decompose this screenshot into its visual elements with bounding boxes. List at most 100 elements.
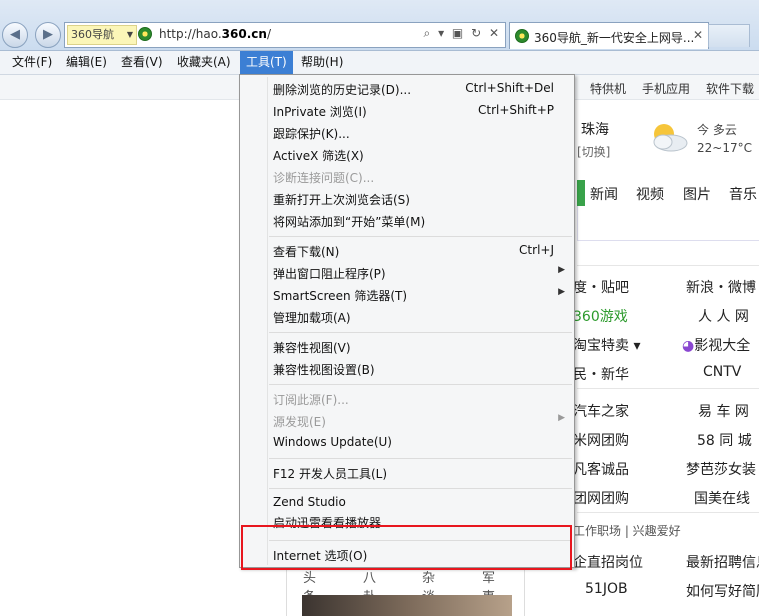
menu-item-compat-view[interactable]: 兼容性视图(V) (240, 336, 574, 358)
menu-item-label: Windows Update(U) (273, 435, 392, 449)
search-tab-images[interactable]: 图片 (683, 184, 711, 204)
top-link[interactable]: 手机应用 (642, 80, 690, 97)
browser-tab[interactable]: 360导航_新一代安全上网导... ✕ (509, 22, 709, 49)
menu-item-label: 诊断连接问题(C)... (273, 171, 375, 185)
divider (577, 388, 759, 389)
site-link[interactable]: 360游戏 (573, 306, 628, 326)
url-suffix: / (266, 27, 271, 41)
site-link[interactable]: 度・贴吧 (573, 277, 629, 297)
menu-separator (269, 236, 572, 237)
menu-item-dev-tools[interactable]: F12 开发人员工具(L) (240, 462, 574, 484)
menu-item-label: 删除浏览的历史记录(D)... (273, 83, 412, 97)
site-link[interactable]: 人 人 网 (698, 306, 749, 326)
menu-item-tracking-protection[interactable]: 跟踪保护(K)... (240, 122, 574, 144)
url-domain: 360.cn (221, 27, 267, 41)
city-switch-link[interactable]: [切换] (577, 143, 610, 160)
menu-item-inprivate[interactable]: InPrivate 浏览(I) Ctrl+Shift+P (240, 100, 574, 122)
address-bar[interactable]: 360导航 ▼ http://hao.360.cn/ ⌕ ▾ ▣ ↻ ✕ (64, 22, 506, 48)
site-link[interactable]: 国美在线 (694, 488, 750, 508)
site-link[interactable]: 凡客诚品 (573, 459, 629, 479)
top-link[interactable]: 特供机 (590, 80, 626, 97)
menu-item-compat-view-settings[interactable]: 兼容性视图设置(B) (240, 358, 574, 380)
menu-file[interactable]: 文件(F) (6, 51, 58, 74)
menu-separator (269, 488, 572, 489)
site-link-label: 影视大全 (694, 338, 751, 354)
menu-item-shortcut: Ctrl+Shift+P (478, 103, 554, 117)
back-button[interactable]: ◀ (2, 22, 28, 48)
menu-item-manage-addons[interactable]: 管理加载项(A) (240, 306, 574, 328)
menu-item-shortcut: Ctrl+J (519, 243, 554, 257)
tab-title: 360导航_新一代安全上网导... (534, 31, 695, 45)
divider (577, 512, 759, 513)
job-link[interactable]: 51JOB (585, 581, 628, 597)
site-link[interactable]: 58 同 城 (697, 430, 752, 450)
menu-item-windows-update[interactable]: Windows Update(U) (240, 432, 574, 454)
menu-item-label: F12 开发人员工具(L) (273, 467, 388, 481)
new-tab-button[interactable] (708, 24, 750, 47)
site-link[interactable]: 梦芭莎女装 (686, 459, 756, 479)
chevron-down-icon: ▼ (126, 30, 133, 39)
forward-button[interactable]: ▶ (35, 22, 61, 48)
job-link[interactable]: 最新招聘信息 (686, 552, 759, 572)
submenu-arrow-icon: ▶ (558, 413, 565, 423)
menu-item-view-downloads[interactable]: 查看下载(N) Ctrl+J (240, 240, 574, 262)
menu-item-label: SmartScreen 筛选器(T) (273, 289, 408, 303)
search-input[interactable] (577, 206, 759, 241)
nav-badge-label: 360导航 (71, 28, 114, 41)
menu-item-label: 将网站添加到“开始”菜单(M) (273, 215, 426, 229)
menu-favorites[interactable]: 收藏夹(A) (171, 51, 237, 74)
weather-temp: 22~17°C (697, 141, 752, 155)
menu-help[interactable]: 帮助(H) (295, 51, 349, 74)
site-link[interactable]: 新浪・微博 (686, 277, 756, 297)
menu-tools[interactable]: 工具(T) (240, 51, 293, 74)
job-link[interactable]: 企直招岗位 (573, 552, 643, 572)
menu-item-label: 兼容性视图(V) (273, 341, 351, 355)
url-text[interactable]: http://hao.360.cn/ (159, 27, 271, 41)
menu-item-label: 管理加载项(A) (273, 311, 351, 325)
job-link[interactable]: 如何写好简历 (686, 581, 759, 601)
menu-item-label: InPrivate 浏览(I) (273, 105, 367, 119)
menu-item-add-to-start[interactable]: 将网站添加到“开始”菜单(M) (240, 210, 574, 232)
menu-edit[interactable]: 编辑(E) (60, 51, 113, 74)
jobs-tabs[interactable]: 工作职场 | 兴趣爱好 (573, 522, 681, 539)
tab-favicon-icon (515, 29, 529, 43)
search-tab-news[interactable]: 新闻 (590, 184, 618, 204)
divider (577, 265, 759, 266)
video-icon: ◕ (682, 338, 695, 354)
highlight-annotation-box (241, 525, 572, 570)
weather-desc: 今 多云 (697, 123, 737, 137)
search-tab-music[interactable]: 音乐 (729, 184, 757, 204)
search-tab-video[interactable]: 视频 (636, 184, 664, 204)
menu-item-subscribe-feed: 订阅此源(F)... (240, 388, 574, 410)
menu-item-label: ActiveX 筛选(X) (273, 149, 364, 163)
site-link[interactable]: 易 车 网 (698, 401, 749, 421)
menu-item-delete-history[interactable]: 删除浏览的历史记录(D)... Ctrl+Shift+Del (240, 78, 574, 100)
menu-bar: 文件(F) 编辑(E) 查看(V) 收藏夹(A) 工具(T) 帮助(H) (0, 51, 759, 75)
address-tools-icons[interactable]: ⌕ ▾ ▣ ↻ ✕ (424, 26, 501, 41)
menu-view[interactable]: 查看(V) (115, 51, 169, 74)
site-link[interactable]: 汽车之家 (573, 401, 629, 421)
url-prefix: http://hao. (159, 27, 222, 41)
menu-item-shortcut: Ctrl+Shift+Del (465, 81, 554, 95)
menu-item-activex-filter[interactable]: ActiveX 筛选(X) (240, 144, 574, 166)
site-link[interactable]: 淘宝特卖 ▾ (573, 335, 640, 355)
menu-separator (269, 384, 572, 385)
browser-toolbar: ◀ ▶ 360导航 ▼ http://hao.360.cn/ ⌕ ▾ ▣ ↻ ✕… (0, 0, 759, 51)
site-link[interactable]: ◕影视大全 (682, 335, 750, 355)
site-link[interactable]: CNTV (703, 364, 741, 380)
tools-dropdown-menu: 删除浏览的历史记录(D)... Ctrl+Shift+Del InPrivate… (239, 74, 575, 568)
top-link[interactable]: 软件下载 (706, 80, 754, 97)
menu-item-popup-blocker[interactable]: 弹出窗口阻止程序(P) ▶ (240, 262, 574, 284)
nav-badge[interactable]: 360导航 ▼ (67, 25, 137, 45)
submenu-arrow-icon: ▶ (558, 287, 565, 297)
site-link[interactable]: 米网团购 (573, 430, 629, 450)
site-link[interactable]: 民・新华 (573, 364, 629, 384)
menu-item-smartscreen[interactable]: SmartScreen 筛选器(T) ▶ (240, 284, 574, 306)
search-tab-indicator (577, 180, 585, 206)
site-link[interactable]: 团网团购 (573, 488, 629, 508)
back-arrow-icon: ◀ (10, 27, 20, 42)
menu-separator (269, 458, 572, 459)
news-image[interactable] (302, 595, 512, 616)
menu-item-reopen-session[interactable]: 重新打开上次浏览会话(S) (240, 188, 574, 210)
close-icon[interactable]: ✕ (693, 28, 703, 42)
